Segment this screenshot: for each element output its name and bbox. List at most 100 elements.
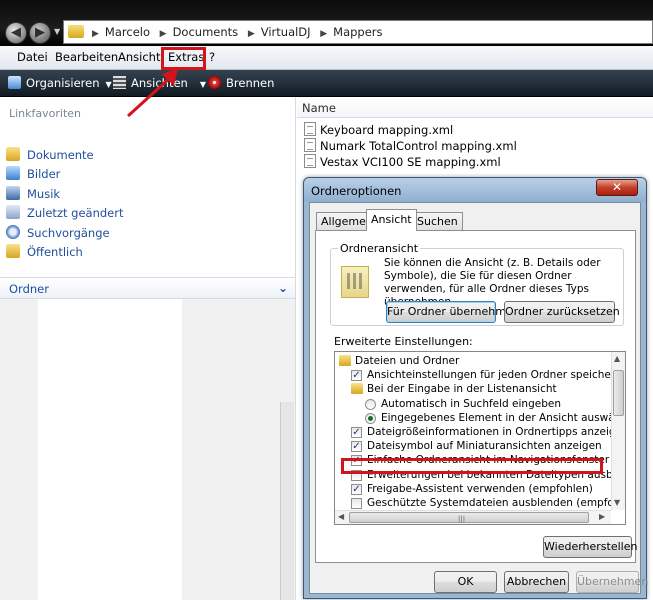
checkbox[interactable]: ✓ <box>351 441 362 453</box>
group-label: Ordneransicht <box>338 242 421 255</box>
folder-icon <box>339 355 351 366</box>
scroll-up-icon[interactable]: ▲ <box>614 354 620 363</box>
music-icon <box>6 186 20 200</box>
breadcrumb-item[interactable]: Mappers <box>333 25 382 39</box>
burn-button[interactable]: Brennen <box>208 76 274 90</box>
setting-label: Dateisymbol auf Miniaturansichten anzeig… <box>367 440 602 453</box>
ok-button[interactable]: OK <box>434 571 497 593</box>
checkbox[interactable] <box>351 498 362 509</box>
sidebar-item-label: Bilder <box>27 167 61 181</box>
scroll-down-icon[interactable]: ▼ <box>614 498 620 507</box>
folder-tree-area <box>182 299 295 600</box>
forward-button[interactable]: ▶ <box>29 22 51 44</box>
menu-bar: Datei Bearbeiten Ansicht Extras ? <box>0 46 653 70</box>
sidebar-item-label: Zuletzt geändert <box>27 206 124 220</box>
file-name: Vestax VCI100 SE mapping.xml <box>320 155 501 169</box>
organize-icon <box>8 76 21 89</box>
menu-bearbeiten[interactable]: Bearbeiten <box>55 50 118 64</box>
tab-ansicht[interactable]: Ansicht <box>366 209 417 231</box>
checkbox[interactable]: ✓ <box>351 483 362 495</box>
restore-defaults-button[interactable]: Wiederherstellen <box>543 536 637 558</box>
vertical-scrollbar[interactable]: ▲ ▼ <box>611 352 625 510</box>
hide-extensions-highlight-box <box>341 458 603 474</box>
chevron-down-icon[interactable]: ⌄ <box>278 281 288 295</box>
folder-view-group: Ordneransicht Sie können die Ansicht (z.… <box>330 242 624 326</box>
advanced-settings-list: Dateien und Ordner ✓ Ansichteinstellungen … <box>334 351 626 525</box>
folder-view-icon <box>341 266 369 298</box>
apply-button[interactable]: Übernehmen <box>576 571 648 593</box>
folder-tree-area <box>0 299 38 600</box>
setting-label: Freigabe-Assistent verwenden (empfohlen) <box>367 482 593 495</box>
breadcrumb-item[interactable]: Marcelo <box>105 25 150 39</box>
radio-button[interactable] <box>365 412 376 424</box>
column-header-name[interactable]: Name <box>297 97 653 118</box>
sidebar-item-bilder[interactable]: Bilder <box>6 165 286 183</box>
file-name: Numark TotalControl mapping.xml <box>320 139 517 153</box>
address-bar[interactable]: ▶ Marcelo ▶ Documents ▶ VirtualDJ ▶ Mappers <box>63 20 653 44</box>
burn-icon <box>208 76 221 89</box>
scroll-left-icon[interactable]: ◀ <box>338 512 344 521</box>
menu-datei[interactable]: Datei <box>17 50 48 64</box>
setting-label: Geschützte Systemdateien ausblenden (emp… <box>367 497 626 509</box>
chevron-right-icon[interactable]: ▶ <box>160 29 167 39</box>
setting-label: Eingegebenes Element in der Ansicht ausw… <box>381 411 626 424</box>
folders-label: Ordner <box>9 282 49 296</box>
pictures-icon <box>6 166 20 180</box>
scrollbar-thumb[interactable]: ||| <box>349 512 589 523</box>
close-button[interactable]: ✕ <box>596 179 638 196</box>
breadcrumb-item[interactable]: VirtualDJ <box>261 25 311 39</box>
chevron-down-icon: ▼ <box>199 80 206 89</box>
radio-button[interactable] <box>365 398 376 410</box>
chevron-right-icon[interactable]: ▶ <box>320 29 327 39</box>
sidebar-item-label: Musik <box>27 187 61 201</box>
scrollbar-thumb[interactable] <box>613 370 624 416</box>
folders-section-header[interactable]: Ordner ⌄ <box>0 277 295 299</box>
advanced-settings-label: Erweiterte Einstellungen: <box>334 335 473 348</box>
xml-file-icon <box>304 154 316 168</box>
annotation-arrow <box>126 68 178 118</box>
horizontal-scrollbar[interactable]: ◀ ||| ▶ <box>335 510 611 524</box>
sidebar-item-oeffentlich[interactable]: Öffentlich <box>6 243 286 261</box>
back-button[interactable]: ◀ <box>5 22 27 44</box>
file-name: Keyboard mapping.xml <box>320 123 454 137</box>
sidebar-item-label: Dokumente <box>27 148 94 162</box>
sidebar-item-label: Öffentlich <box>27 245 83 259</box>
dialog-title: Ordneroptionen <box>311 184 402 198</box>
column-header-label: Name <box>302 101 336 115</box>
favorite-links-header: Linkfavoriten <box>9 107 82 120</box>
tab-panel-ansicht: Ordneransicht Sie können die Ansicht (z.… <box>315 230 637 563</box>
reset-folders-button[interactable]: Ordner zurücksetzen <box>504 301 620 323</box>
chevron-right-icon[interactable]: ▶ <box>248 29 255 39</box>
dialog-body: Allgemein Ansicht Suchen Ordneransicht S… <box>309 202 648 594</box>
sidebar-item-suchvorgaenge[interactable]: Suchvorgänge <box>6 224 286 242</box>
checkbox[interactable]: ✓ <box>351 427 362 438</box>
setting-label: Automatisch in Suchfeld eingeben <box>381 397 561 410</box>
setting-label: Bei der Eingabe in der Listenansicht <box>367 383 557 396</box>
sidebar-item-label: Suchvorgänge <box>27 226 110 240</box>
dialog-titlebar[interactable]: Ordneroptionen ✕ <box>304 178 646 202</box>
organize-label: Organisieren <box>26 76 100 90</box>
scroll-right-icon[interactable]: ▶ <box>599 512 605 521</box>
apply-to-folders-button[interactable]: Für Ordner übernehmen <box>386 301 520 323</box>
folder-icon <box>6 244 20 258</box>
xml-file-icon <box>304 138 316 152</box>
cancel-button[interactable]: Abbrechen <box>504 571 569 593</box>
tab-suchen[interactable]: Suchen <box>412 212 463 230</box>
breadcrumb-item[interactable]: Documents <box>173 25 239 39</box>
menu-help[interactable]: ? <box>209 50 215 64</box>
folder-icon <box>68 25 84 38</box>
navigation-scrollbar[interactable] <box>280 402 294 600</box>
chevron-right-icon[interactable]: ▶ <box>92 29 99 39</box>
checkbox[interactable]: ✓ <box>351 370 362 382</box>
xml-file-icon <box>304 122 316 136</box>
sidebar-item-dokumente[interactable]: Dokumente <box>6 146 286 164</box>
breadcrumb: ▶ Marcelo ▶ Documents ▶ VirtualDJ ▶ Mappers <box>90 25 387 39</box>
command-bar: Organisieren ▼ Ansichten ▼ Brennen <box>0 70 653 97</box>
sidebar-item-musik[interactable]: Musik <box>6 185 286 203</box>
folder-options-dialog: Ordneroptionen ✕ Allgemein Ansicht Suche… <box>303 177 648 599</box>
organize-button[interactable]: Organisieren ▼ <box>8 76 112 90</box>
sidebar-item-zuletzt-geaendert[interactable]: Zuletzt geändert <box>6 204 286 222</box>
recent-pages-dropdown-icon[interactable]: ▼ <box>54 27 60 36</box>
file-item[interactable]: Vestax VCI100 SE mapping.xml <box>304 153 604 171</box>
search-icon <box>6 225 20 239</box>
